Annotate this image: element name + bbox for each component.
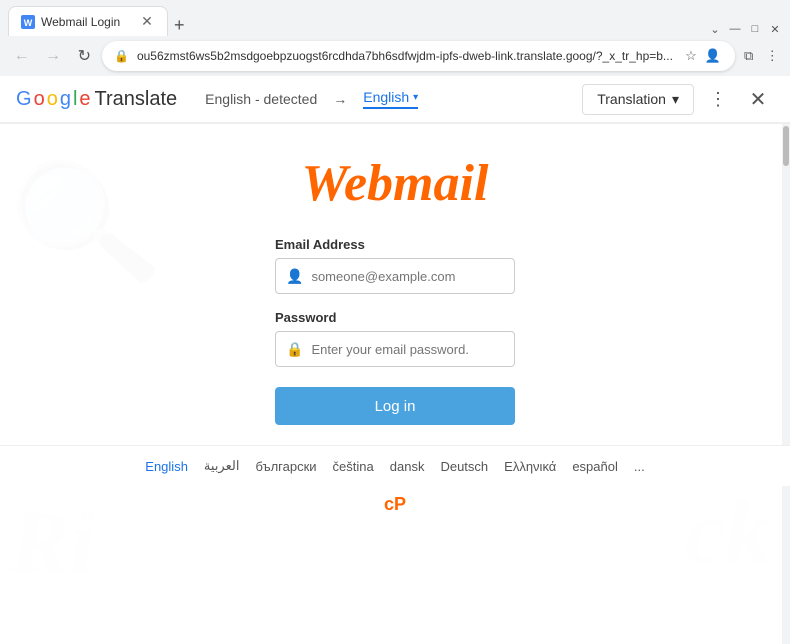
logo-o1: o: [34, 88, 45, 111]
language-item[interactable]: Ελληνικά: [504, 459, 556, 474]
webmail-logo: Webmail: [302, 154, 489, 213]
browser-chrome: W Webmail Login ✕ + ⌄ — □ ✕ ← → ↻ 🔒 ou56…: [0, 0, 790, 644]
logo-g2: g: [60, 88, 71, 111]
language-item[interactable]: čeština: [333, 459, 374, 474]
maximize-button[interactable]: □: [748, 22, 762, 36]
address-icons: ☆ 👤: [681, 46, 723, 66]
cpanel-logo: cP: [384, 494, 406, 515]
more-options-button[interactable]: ⋮: [702, 83, 734, 115]
active-tab[interactable]: W Webmail Login ✕: [8, 6, 168, 36]
password-input-wrapper: 🔒: [275, 331, 515, 367]
tab-title: Webmail Login: [41, 15, 133, 29]
close-translate-button[interactable]: ✕: [742, 83, 774, 115]
language-item[interactable]: العربية: [204, 458, 240, 474]
minimize-button[interactable]: —: [728, 22, 742, 36]
password-form-group: Password 🔒: [275, 310, 515, 367]
email-form-group: Email Address 👤: [275, 237, 515, 294]
language-item[interactable]: български: [255, 459, 316, 474]
language-item[interactable]: English: [145, 459, 188, 474]
tab-close-button[interactable]: ✕: [139, 14, 155, 30]
address-bar[interactable]: 🔒 ou56zmst6ws5b2msdgoebpzuogst6rcdhda7bh…: [102, 41, 735, 71]
close-button[interactable]: ✕: [768, 22, 782, 36]
user-icon: 👤: [286, 268, 303, 285]
window-controls: ⌄ — □ ✕: [708, 22, 782, 36]
target-language[interactable]: English ▾: [363, 89, 418, 109]
forward-button[interactable]: →: [39, 42, 66, 70]
language-item[interactable]: español: [572, 459, 618, 474]
menu-dots-icon[interactable]: ⋮: [762, 46, 782, 66]
svg-text:W: W: [24, 18, 33, 28]
login-form-container: Webmail Email Address 👤 Password 🔒 Lo: [0, 124, 790, 445]
lock-field-icon: 🔒: [286, 341, 303, 358]
back-button[interactable]: ←: [8, 42, 35, 70]
extensions-icon[interactable]: ⧉: [739, 46, 759, 66]
logo-o2: o: [47, 88, 58, 111]
google-translate-toolbar: Google Translate English - detected → En…: [0, 76, 790, 124]
source-language: English - detected: [205, 91, 317, 107]
language-item[interactable]: ...: [634, 459, 645, 474]
logo-e: e: [79, 88, 90, 111]
password-label: Password: [275, 310, 515, 325]
email-label: Email Address: [275, 237, 515, 252]
tab-bar: W Webmail Login ✕ + ⌄ — □ ✕: [0, 0, 790, 36]
language-item[interactable]: Deutsch: [440, 459, 488, 474]
tab-favicon: W: [21, 15, 35, 29]
url-text: ou56zmst6ws5b2msdgoebpzuogst6rcdhda7bh6s…: [137, 49, 673, 63]
translation-chevron-icon: ▾: [672, 91, 679, 108]
translation-label: Translation: [597, 91, 666, 107]
logo-g: G: [16, 88, 32, 111]
refresh-button[interactable]: ↻: [71, 42, 98, 70]
password-input[interactable]: [311, 342, 504, 357]
email-input-wrapper: 👤: [275, 258, 515, 294]
login-button[interactable]: Log in: [275, 387, 515, 425]
translate-text: Translate: [95, 88, 178, 111]
profile-icon[interactable]: 👤: [703, 46, 723, 66]
address-bar-row: ← → ↻ 🔒 ou56zmst6ws5b2msdgoebpzuogst6rcd…: [0, 36, 790, 76]
language-chevron-icon: ▾: [413, 92, 418, 103]
email-input[interactable]: [311, 269, 504, 284]
language-item[interactable]: dansk: [390, 459, 425, 474]
language-bar: English العربية български čeština dansk Deuts…: [0, 445, 790, 486]
page-content: 🔍 ck Ri Webmail Email Address 👤 Password: [0, 124, 790, 644]
bookmark-icon[interactable]: ☆: [681, 46, 701, 66]
lock-icon: 🔒: [114, 49, 129, 63]
target-language-label: English: [363, 89, 409, 105]
chevron-down-icon[interactable]: ⌄: [708, 22, 722, 36]
gt-actions: Translation ▾ ⋮ ✕: [582, 83, 774, 115]
cpanel-footer: cP: [0, 486, 790, 523]
google-translate-logo: Google Translate: [16, 88, 177, 111]
logo-l: l: [73, 88, 77, 111]
language-arrow: →: [333, 91, 347, 107]
translation-button[interactable]: Translation ▾: [582, 84, 694, 115]
new-tab-button[interactable]: +: [168, 15, 191, 36]
browser-main: 🔍 ck Ri Webmail Email Address 👤 Password: [0, 124, 790, 644]
